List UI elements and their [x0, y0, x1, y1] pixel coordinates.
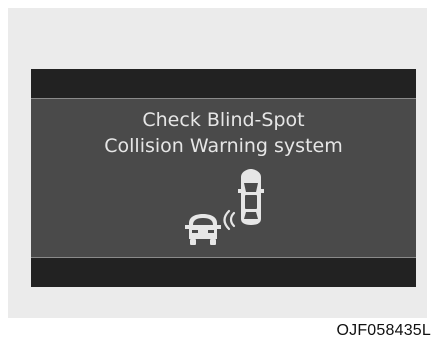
- figure-caption: OJF058435L: [336, 322, 431, 339]
- warning-message: Check Blind-Spot Collision Warning syste…: [31, 107, 416, 159]
- cluster-display: Check Blind-Spot Collision Warning syste…: [31, 69, 416, 287]
- warning-line-1: Check Blind-Spot: [142, 109, 305, 131]
- warning-line-2: Collision Warning system: [104, 135, 343, 157]
- blind-spot-collision-warning-icon: [185, 169, 264, 245]
- warning-panel: Check Blind-Spot Collision Warning syste…: [31, 98, 416, 258]
